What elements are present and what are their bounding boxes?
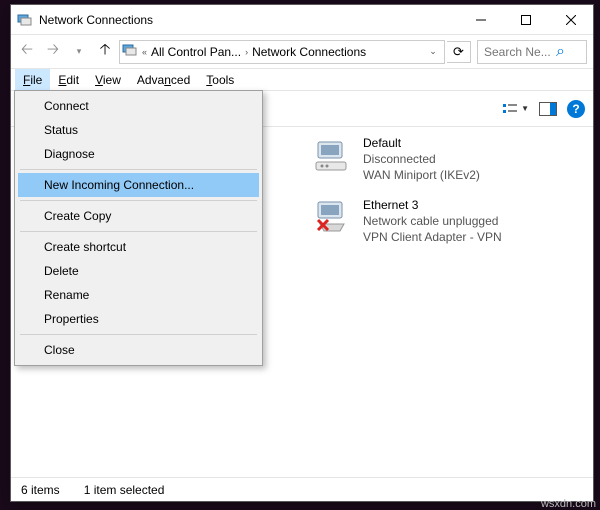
menu-separator [20,231,257,232]
menu-advanced[interactable]: Advanced [129,69,198,90]
breadcrumb-item[interactable]: All Control Pan... [151,45,241,59]
address-bar: 🡠 🡢 ▾ 🡡 « All Control Pan... › Network C… [11,35,593,69]
chevron-right-icon: › [245,47,248,57]
connection-item[interactable]: Default Disconnected WAN Miniport (IKEv2… [313,135,581,183]
menu-separator [20,334,257,335]
chevron-down-icon[interactable]: ⌄ [424,41,442,63]
recent-locations-button[interactable]: ▾ [67,40,91,64]
refresh-button[interactable]: ⟳ [447,41,471,63]
modem-icon [313,135,355,177]
breadcrumb[interactable]: « All Control Pan... › Network Connectio… [119,40,445,64]
minimize-button[interactable] [458,5,503,34]
menu-item-status[interactable]: Status [18,118,259,142]
view-options-button[interactable]: ▼ [503,102,529,116]
menu-view[interactable]: View [87,69,129,90]
menu-item-diagnose[interactable]: Diagnose [18,142,259,166]
search-box[interactable]: ⌕ [477,40,587,64]
network-connections-icon [17,12,33,28]
watermark: wsxdn.com [541,498,596,510]
search-input[interactable] [482,44,552,60]
item-count: 6 items [21,483,60,497]
status-bar: 6 items 1 item selected [11,477,593,501]
search-icon: ⌕ [556,43,565,61]
menu-item-delete[interactable]: Delete [18,259,259,283]
menubar: File Edit View Advanced Tools Connect St… [11,69,593,91]
menu-edit[interactable]: Edit [50,69,87,90]
connection-item[interactable]: Ethernet 3 Network cable unplugged VPN C… [313,197,581,245]
connection-name: Default [363,135,480,151]
menu-item-close[interactable]: Close [18,338,259,362]
window-title: Network Connections [39,13,458,27]
help-button[interactable]: ? [567,100,585,118]
menu-file[interactable]: File [15,69,50,90]
close-button[interactable] [548,5,593,34]
menu-item-create-shortcut[interactable]: Create shortcut [18,235,259,259]
menu-separator [20,169,257,170]
menu-item-create-copy[interactable]: Create Copy [18,204,259,228]
file-menu-dropdown: Connect Status Diagnose New Incoming Con… [14,90,263,366]
back-button[interactable]: 🡠 [15,40,39,64]
network-connections-window: Network Connections 🡠 🡢 ▾ 🡡 [10,4,594,502]
menu-tools[interactable]: Tools [198,69,242,90]
titlebar: Network Connections [11,5,593,35]
selection-count: 1 item selected [84,483,165,497]
menu-item-connect[interactable]: Connect [18,94,259,118]
menu-item-new-incoming-connection[interactable]: New Incoming Connection... [18,173,259,197]
forward-button[interactable]: 🡢 [41,40,65,64]
network-adapter-icon [313,197,355,239]
preview-pane-button[interactable] [539,102,557,116]
connection-device: WAN Miniport (IKEv2) [363,167,480,183]
connection-device: VPN Client Adapter - VPN [363,229,502,245]
connection-status: Disconnected [363,151,480,167]
connection-status: Network cable unplugged [363,213,502,229]
breadcrumb-item[interactable]: Network Connections [252,45,366,59]
control-panel-icon [122,42,138,61]
connection-name: Ethernet 3 [363,197,502,213]
menu-item-properties[interactable]: Properties [18,307,259,331]
chevron-left-icon: « [142,47,147,57]
menu-separator [20,200,257,201]
maximize-button[interactable] [503,5,548,34]
menu-item-rename[interactable]: Rename [18,283,259,307]
up-button[interactable]: 🡡 [93,40,117,64]
